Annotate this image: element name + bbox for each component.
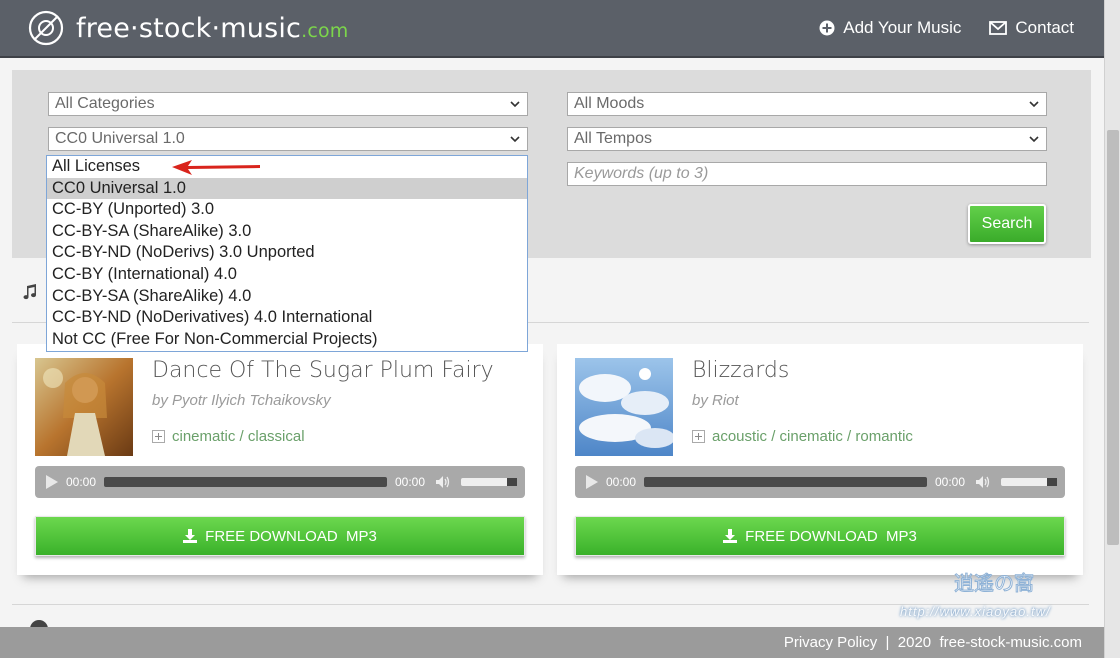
track-tags: cinematic / classical (152, 428, 305, 445)
chevron-down-icon (1029, 101, 1039, 108)
logo-disc-icon (28, 10, 64, 46)
site-logo[interactable]: free·stock·music.com (28, 10, 349, 46)
category-select-value: All Categories (55, 95, 155, 112)
license-option[interactable]: CC-BY-ND (NoDerivatives) 4.0 Internation… (47, 307, 527, 329)
license-option[interactable]: CC-BY-SA (ShareAlike) 4.0 (47, 286, 527, 308)
license-select[interactable]: CC0 Universal 1.0 (48, 127, 528, 151)
search-button-label: Search (981, 215, 1033, 232)
nav-contact-label: Contact (1015, 18, 1074, 37)
nav-add-your-music-label: Add Your Music (843, 18, 962, 37)
audio-player: 00:00 00:00 (35, 466, 525, 498)
download-button-label: FREE DOWNLOAD MP3 (205, 527, 377, 545)
total-time: 00:00 (934, 475, 965, 489)
volume-slider[interactable] (461, 478, 517, 486)
volume-icon[interactable] (975, 475, 991, 489)
search-button[interactable]: Search (968, 204, 1046, 244)
progress-bar[interactable] (104, 477, 387, 487)
keywords-placeholder: Keywords (up to 3) (574, 165, 709, 182)
license-option[interactable]: CC-BY-SA (ShareAlike) 3.0 (47, 221, 527, 243)
audio-player: 00:00 00:00 (575, 466, 1065, 498)
scrollbar-thumb[interactable] (1107, 130, 1119, 545)
nav-contact[interactable]: Contact (989, 18, 1074, 38)
plus-square-icon (152, 430, 165, 443)
category-select[interactable]: All Categories (48, 92, 528, 116)
track-title[interactable]: Dance Of The Sugar Plum Fairy (152, 358, 494, 383)
track-tags: acoustic / cinematic / romantic (692, 428, 913, 445)
track-tags-text[interactable]: cinematic / classical (172, 428, 305, 445)
plus-square-icon (692, 430, 705, 443)
chevron-down-icon (1029, 136, 1039, 143)
download-icon (723, 529, 738, 543)
progress-bar[interactable] (644, 477, 927, 487)
chevron-down-icon (510, 136, 520, 143)
track-artist[interactable]: by Riot (692, 392, 739, 409)
watermark-url: http://www.xiaoyao.tw/ (900, 604, 1051, 619)
chevron-down-icon (510, 101, 520, 108)
watermark-logo: 逍遙の窩 (954, 571, 1035, 596)
envelope-icon (989, 21, 1008, 35)
license-option[interactable]: CC-BY (Unported) 3.0 (47, 199, 527, 221)
license-option-selected[interactable]: CC0 Universal 1.0 (47, 177, 527, 200)
logo-tld: .com (301, 19, 349, 42)
license-option[interactable]: Not CC (Free For Non-Commercial Projects… (47, 329, 527, 351)
track-cover-image[interactable] (575, 358, 673, 456)
download-button-label: FREE DOWNLOAD MP3 (745, 527, 917, 545)
tempo-select[interactable]: All Tempos (567, 127, 1047, 151)
svg-text:逍遙の窩: 逍遙の窩 (954, 571, 1034, 595)
mood-select-value: All Moods (574, 95, 645, 112)
site-footer: Privacy Policy | 2020 free-stock-music.c… (0, 627, 1104, 658)
track-artist[interactable]: by Pyotr Ilyich Tchaikovsky (152, 392, 331, 409)
current-time: 00:00 (606, 475, 637, 489)
license-dropdown-list: All Licenses CC0 Universal 1.0 CC-BY (Un… (46, 155, 528, 352)
page-scrollbar[interactable] (1104, 0, 1120, 658)
download-button[interactable]: FREE DOWNLOAD MP3 (575, 516, 1065, 556)
track-tags-text[interactable]: acoustic / cinematic / romantic (712, 428, 913, 445)
volume-slider[interactable] (1001, 478, 1057, 486)
license-select-value: CC0 Universal 1.0 (55, 130, 185, 147)
footer-text[interactable]: Privacy Policy | 2020 free-stock-music.c… (784, 634, 1082, 651)
keywords-input[interactable]: Keywords (up to 3) (567, 162, 1047, 186)
track-card: Dance Of The Sugar Plum Fairy by Pyotr I… (17, 344, 543, 575)
red-arrow-annotation-icon (172, 160, 260, 175)
music-note-icon (23, 284, 37, 300)
logo-text: free·stock·music.com (76, 12, 349, 44)
mood-select[interactable]: All Moods (567, 92, 1047, 116)
header-nav: Add Your Music Contact (819, 18, 1074, 38)
total-time: 00:00 (394, 475, 425, 489)
play-icon[interactable] (46, 475, 58, 489)
download-icon (183, 529, 198, 543)
volume-icon[interactable] (435, 475, 451, 489)
nav-add-your-music[interactable]: Add Your Music (819, 18, 961, 38)
track-cover-image[interactable] (35, 358, 133, 456)
tempo-select-value: All Tempos (574, 130, 652, 147)
play-icon[interactable] (586, 475, 598, 489)
site-header: free·stock·music.com Add Your Music Cont… (0, 0, 1104, 58)
license-option[interactable]: All Licenses (47, 156, 527, 178)
current-time: 00:00 (66, 475, 97, 489)
plus-circle-icon (819, 20, 835, 36)
download-button[interactable]: FREE DOWNLOAD MP3 (35, 516, 525, 556)
track-card: Blizzards by Riot acoustic / cinematic /… (557, 344, 1083, 575)
track-title[interactable]: Blizzards (692, 358, 789, 383)
license-option[interactable]: CC-BY (International) 4.0 (47, 264, 527, 286)
license-option[interactable]: CC-BY-ND (NoDerivs) 3.0 Unported (47, 242, 527, 264)
